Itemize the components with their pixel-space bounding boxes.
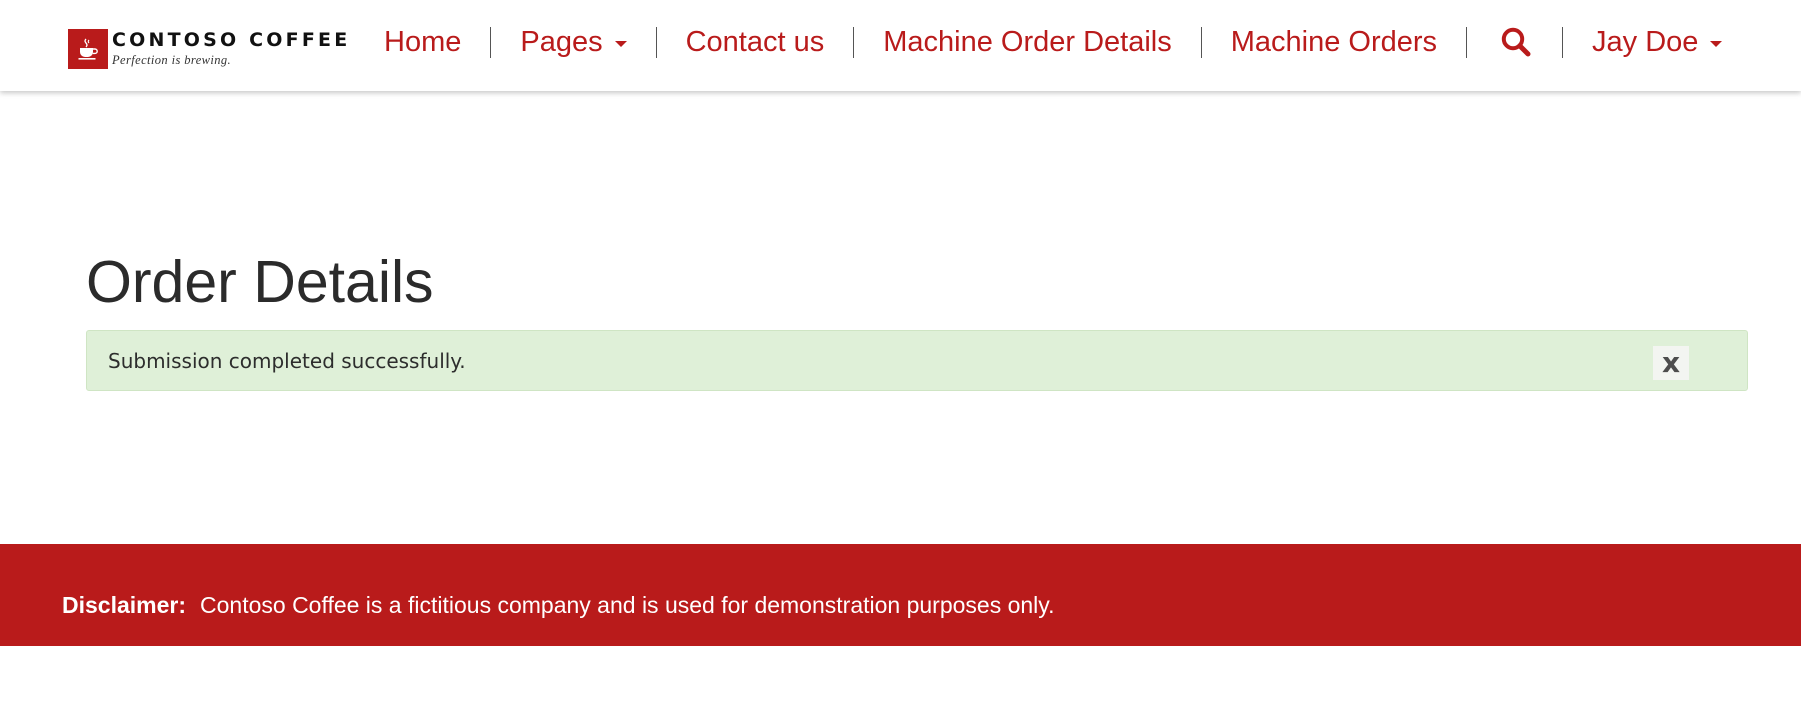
brand-logo-link[interactable]: CONTOSO COFFEE Perfection is brewing. (68, 29, 350, 69)
nav-item-machine-orders: Machine Orders (1202, 0, 1466, 84)
search-icon (1501, 27, 1531, 57)
close-alert-button[interactable]: x (1653, 346, 1689, 380)
coffee-cup-icon (68, 29, 108, 69)
search-button[interactable] (1467, 26, 1562, 58)
page-title: Order Details (86, 249, 434, 315)
caret-down-icon (614, 40, 627, 47)
nav-link-home[interactable]: Home (355, 26, 490, 59)
nav-link-label: Machine Order Details (883, 25, 1172, 58)
disclaimer-body: Contoso Coffee is a fictitious company a… (200, 592, 1055, 618)
nav-item-search (1467, 0, 1562, 84)
user-menu-dropdown[interactable]: Jay Doe (1563, 26, 1751, 59)
disclaimer-label: Disclaimer: (62, 592, 187, 618)
nav-link-contact-us[interactable]: Contact us (657, 26, 854, 59)
nav-item-contact: Contact us (657, 0, 854, 84)
nav-item-home: Home (355, 0, 490, 84)
footer: Disclaimer: Contoso Coffee is a fictitiou… (0, 544, 1801, 646)
nav-link-label: Machine Orders (1230, 25, 1438, 58)
nav-link-machine-orders[interactable]: Machine Orders (1202, 26, 1466, 59)
caret-down-icon (1710, 40, 1723, 47)
nav-item-pages: Pages (491, 0, 655, 84)
nav-item-machine-order-details: Machine Order Details (854, 0, 1201, 84)
nav-link-machine-order-details[interactable]: Machine Order Details (854, 26, 1201, 59)
nav-link-pages-dropdown[interactable]: Pages (491, 26, 655, 59)
alert-message: Submission completed successfully. (108, 349, 466, 373)
top-navbar: CONTOSO COFFEE Perfection is brewing. Ho… (0, 0, 1801, 91)
success-alert: Submission completed successfully. x (86, 330, 1748, 391)
nav-link-label: Contact us (685, 25, 825, 58)
nav-link-label: Home (384, 25, 462, 58)
nav-item-user: Jay Doe (1563, 0, 1751, 84)
nav-link-label: Pages (520, 25, 603, 58)
brand-tagline: Perfection is brewing. (112, 53, 232, 68)
brand-text: CONTOSO COFFEE Perfection is brewing. (112, 31, 350, 67)
disclaimer-text: Disclaimer: Contoso Coffee is a fictitiou… (62, 591, 1054, 619)
brand-name: CONTOSO COFFEE (112, 29, 351, 52)
user-name: Jay Doe (1592, 25, 1699, 58)
main-nav: Home Pages Contact us Machine Order Deta… (355, 0, 1751, 84)
